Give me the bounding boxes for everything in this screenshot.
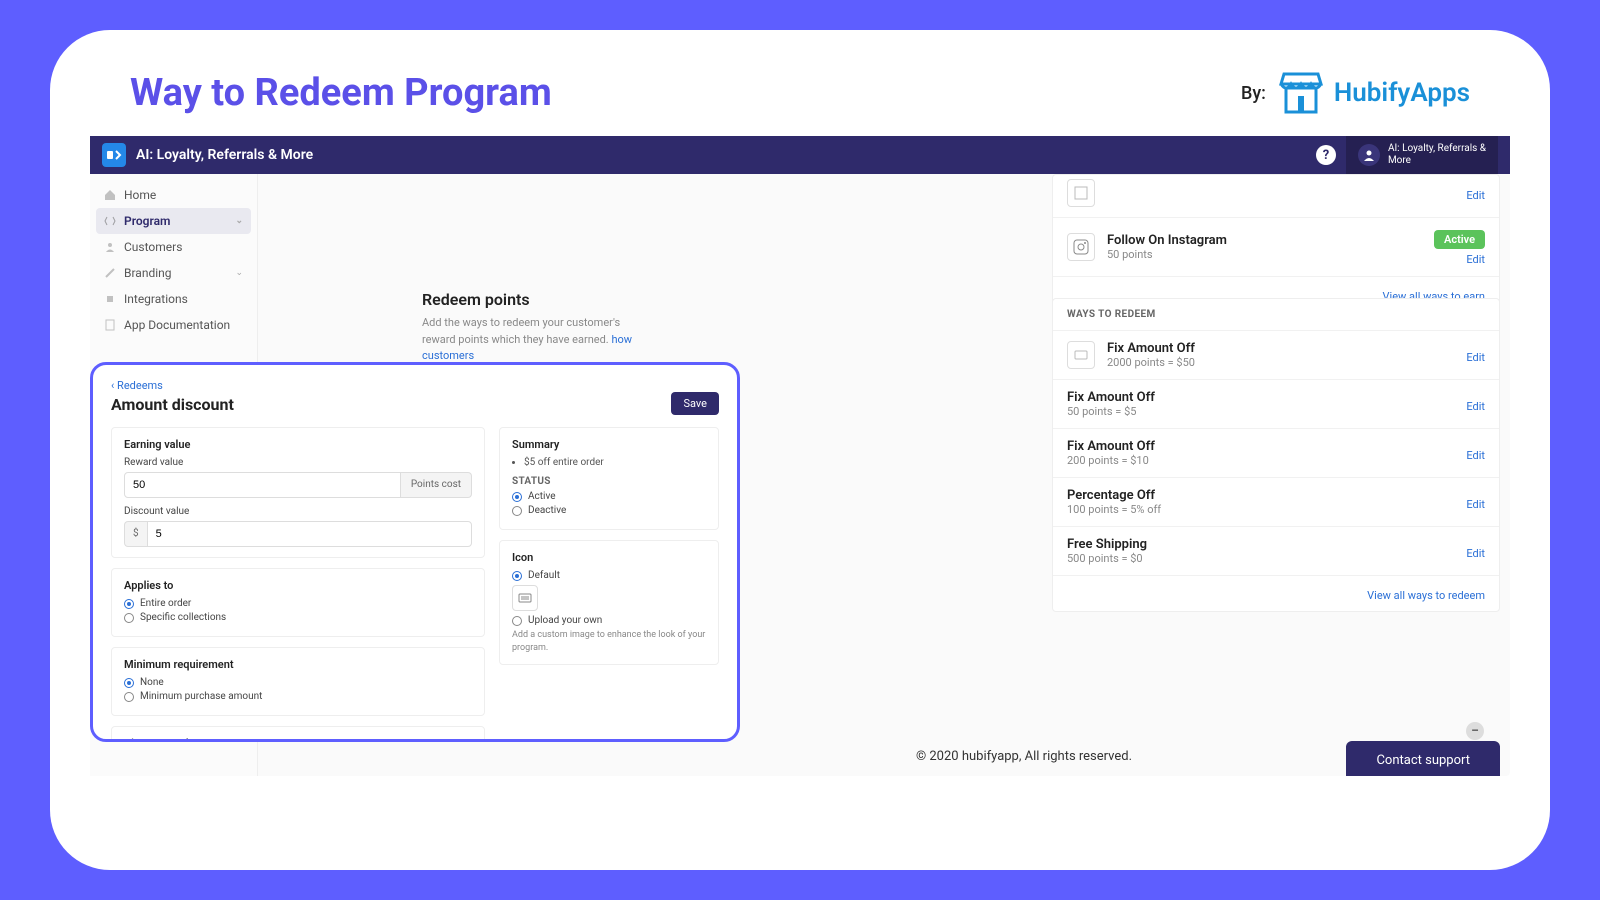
- radio-default-icon[interactable]: Default: [512, 570, 706, 581]
- earning-value-label: Earning value: [124, 438, 472, 451]
- redeem-description: Add the ways to redeem your customer's r…: [422, 315, 650, 365]
- brand-name: HubifyApps: [1334, 78, 1470, 108]
- sidebar-item-branding[interactable]: Branding ⌄: [96, 260, 251, 286]
- summary-heading: Summary: [512, 438, 706, 451]
- icon-hint: Add a custom image to enhance the look o…: [512, 629, 706, 654]
- modal-title: Amount discount: [111, 395, 234, 414]
- contact-support-button[interactable]: Contact support: [1346, 741, 1500, 776]
- page-title: Way to Redeem Program: [130, 71, 552, 115]
- amount-discount-modal: ‹ Redeems Amount discount Save Earning v…: [90, 362, 740, 742]
- sidebar-item-home[interactable]: Home: [96, 182, 251, 208]
- user-app-line2: More: [1388, 155, 1486, 167]
- discount-value-input[interactable]: [147, 521, 472, 547]
- reward-value-label: Reward value: [124, 457, 472, 468]
- discount-code-label: Discount code: [124, 737, 472, 742]
- user-app-line1: AI: Loyalty, Referrals &: [1388, 143, 1486, 155]
- edit-link[interactable]: Edit: [1434, 253, 1485, 266]
- brush-icon: [104, 267, 116, 279]
- table-row: Fix Amount Off50 points = $5 Edit: [1053, 380, 1499, 429]
- user-menu[interactable]: AI: Loyalty, Referrals & More: [1346, 136, 1498, 174]
- back-link[interactable]: ‹ Redeems: [111, 379, 719, 392]
- sidebar-item-label: Integrations: [124, 292, 188, 306]
- placeholder-icon: [1067, 179, 1095, 207]
- sidebar-item-label: App Documentation: [124, 318, 230, 332]
- sidebar-item-label: Customers: [124, 240, 182, 254]
- status-heading: STATUS: [512, 476, 706, 487]
- table-row: Percentage Off100 points = 5% off Edit: [1053, 478, 1499, 527]
- default-icon-preview: [512, 585, 538, 611]
- view-all-redeem-link[interactable]: View all ways to redeem: [1367, 589, 1485, 602]
- edit-link[interactable]: Edit: [1466, 498, 1485, 511]
- code-icon: [104, 215, 116, 227]
- brand-logo: HubifyApps: [1276, 70, 1470, 116]
- sidebar-item-integrations[interactable]: Integrations: [96, 286, 251, 312]
- sidebar-item-customers[interactable]: Customers: [96, 234, 251, 260]
- radio-specific-collections[interactable]: Specific collections: [124, 612, 472, 623]
- minimize-icon[interactable]: −: [1466, 722, 1484, 740]
- redeem-heading: Redeem points: [422, 290, 650, 309]
- icon-heading: Icon: [512, 551, 706, 564]
- earn-item-title: Follow On Instagram: [1107, 233, 1422, 248]
- radio-min-purchase[interactable]: Minimum purchase amount: [124, 691, 472, 702]
- edit-link[interactable]: Edit: [1466, 449, 1485, 462]
- sidebar-item-program[interactable]: Program ⌄: [96, 208, 251, 234]
- chevron-down-icon: ⌄: [235, 216, 243, 226]
- sidebar-item-label: Program: [124, 214, 170, 228]
- app-icon: [102, 143, 126, 167]
- app-name: AI: Loyalty, Referrals & More: [136, 147, 313, 163]
- by-label: By:: [1241, 83, 1266, 104]
- user-icon: [104, 241, 116, 253]
- radio-active[interactable]: Active: [512, 491, 706, 502]
- applies-to-label: Applies to: [124, 579, 472, 592]
- min-requirement-label: Minimum requirement: [124, 658, 472, 671]
- help-icon[interactable]: ?: [1316, 145, 1336, 165]
- sidebar-item-docs[interactable]: App Documentation: [96, 312, 251, 338]
- sidebar-item-label: Branding: [124, 266, 172, 280]
- instagram-icon: [1067, 233, 1095, 261]
- edit-link[interactable]: Edit: [1466, 547, 1485, 560]
- user-avatar-icon: [1358, 144, 1380, 166]
- status-badge: Active: [1434, 230, 1485, 249]
- edit-link[interactable]: Edit: [1466, 351, 1485, 364]
- radio-entire-order[interactable]: Entire order: [124, 598, 472, 609]
- doc-icon: [104, 319, 116, 331]
- footer-copyright: © 2020 hubifyapp, All rights reserved.: [916, 749, 1132, 764]
- points-cost-suffix: Points cost: [401, 472, 472, 498]
- store-icon: [1276, 70, 1326, 116]
- coupon-icon: [1067, 341, 1095, 369]
- summary-line: $5 off entire order: [524, 457, 706, 468]
- discount-value-label: Discount value: [124, 506, 472, 517]
- table-row: Free Shipping500 points = $0 Edit: [1053, 527, 1499, 576]
- save-button[interactable]: Save: [671, 392, 719, 415]
- radio-none[interactable]: None: [124, 677, 472, 688]
- radio-upload-icon[interactable]: Upload your own: [512, 615, 706, 626]
- currency-prefix: $: [124, 521, 147, 547]
- chevron-down-icon: ⌄: [235, 268, 243, 278]
- home-icon: [104, 189, 116, 201]
- earn-item-sub: 50 points: [1107, 248, 1422, 261]
- radio-deactive[interactable]: Deactive: [512, 505, 706, 516]
- sidebar-item-label: Home: [124, 188, 156, 202]
- plug-icon: [104, 293, 116, 305]
- redeem-card-header: WAYS TO REDEEM: [1053, 299, 1499, 331]
- edit-link[interactable]: Edit: [1466, 189, 1485, 202]
- table-row: Fix Amount Off2000 points = $50 Edit: [1053, 331, 1499, 380]
- edit-link[interactable]: Edit: [1466, 400, 1485, 413]
- table-row: Fix Amount Off200 points = $10 Edit: [1053, 429, 1499, 478]
- reward-value-input[interactable]: [124, 472, 401, 498]
